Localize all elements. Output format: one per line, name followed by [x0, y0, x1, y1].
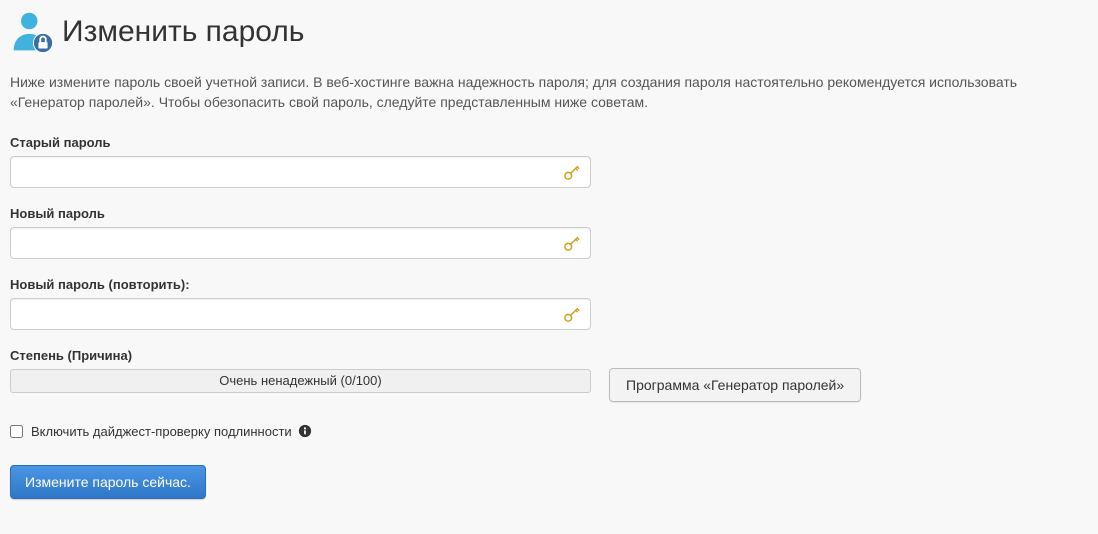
old-password-group: Старый пароль	[10, 135, 1088, 188]
new-password-label: Новый пароль	[10, 206, 1088, 221]
page-header: Изменить пароль	[10, 10, 1088, 54]
page-title: Изменить пароль	[62, 15, 304, 49]
strength-label: Степень (Причина)	[10, 348, 591, 363]
confirm-password-input-wrapper	[10, 298, 591, 330]
digest-auth-label: Включить дайджест-проверку подлинности	[31, 424, 292, 439]
info-icon[interactable]	[298, 424, 312, 438]
password-strength-meter: Очень ненадежный (0/100)	[10, 369, 591, 393]
page-description: Ниже измените пароль своей учетной запис…	[10, 72, 1088, 113]
submit-button[interactable]: Измените пароль сейчас.	[10, 465, 206, 499]
new-password-group: Новый пароль	[10, 206, 1088, 259]
digest-auth-checkbox[interactable]	[10, 425, 23, 438]
old-password-input-wrapper	[10, 156, 591, 188]
password-generator-button[interactable]: Программа «Генератор паролей»	[609, 368, 861, 402]
old-password-label: Старый пароль	[10, 135, 1088, 150]
strength-row: Степень (Причина) Очень ненадежный (0/10…	[10, 348, 1088, 402]
new-password-input[interactable]	[10, 227, 591, 259]
confirm-password-group: Новый пароль (повторить):	[10, 277, 1088, 330]
old-password-input[interactable]	[10, 156, 591, 188]
digest-auth-row: Включить дайджест-проверку подлинности	[10, 424, 1088, 439]
user-lock-icon	[10, 10, 54, 54]
strength-col: Степень (Причина) Очень ненадежный (0/10…	[10, 348, 591, 393]
confirm-password-input[interactable]	[10, 298, 591, 330]
new-password-input-wrapper	[10, 227, 591, 259]
confirm-password-label: Новый пароль (повторить):	[10, 277, 1088, 292]
